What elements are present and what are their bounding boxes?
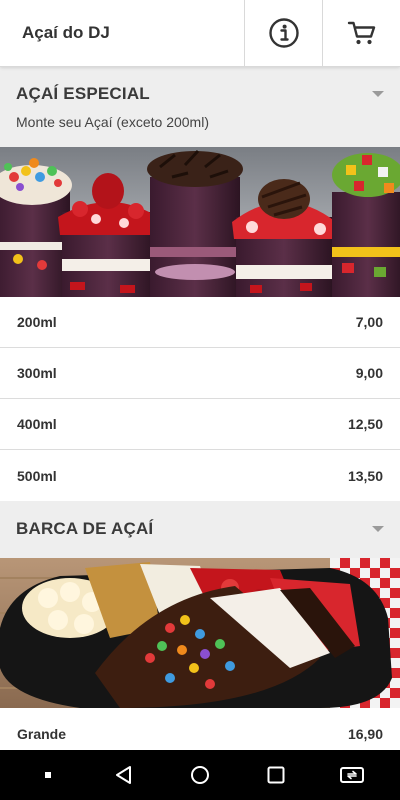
cart-icon [347, 21, 375, 45]
item-name: 200ml [17, 314, 57, 330]
section-title: BARCA DE AÇAÍ [16, 519, 154, 538]
menu-item-500ml[interactable]: 500ml 13,50 [0, 450, 400, 501]
item-price: 13,50 [347, 467, 383, 484]
acai-cups-image [0, 147, 400, 297]
menu-content[interactable]: AÇAÍ ESPECIAL Monte seu Açaí (exceto 200… [0, 67, 400, 750]
rotate-icon [340, 767, 364, 783]
section-title: AÇAÍ ESPECIAL [16, 84, 150, 103]
section-subtitle: Monte seu Açaí (exceto 200ml) [16, 114, 209, 130]
menu-item-200ml[interactable]: 200ml 7,00 [0, 297, 400, 348]
info-button[interactable] [244, 0, 322, 66]
dot-icon [45, 772, 51, 778]
item-price: 7,00 [355, 314, 383, 330]
home-icon [191, 766, 209, 784]
back-button[interactable] [104, 755, 144, 795]
section-header-acai-especial[interactable]: AÇAÍ ESPECIAL Monte seu Açaí (exceto 200… [0, 67, 400, 147]
item-price: 16,90 [347, 725, 383, 742]
menu-item-400ml[interactable]: 400ml 12,50 [0, 399, 400, 450]
app-title: Açaí do DJ [22, 23, 110, 42]
recents-icon [267, 766, 285, 784]
back-icon [116, 766, 131, 784]
menu-item-grande[interactable]: Grande 16,90 [0, 708, 400, 750]
acai-boat-image [0, 558, 400, 708]
dot-button[interactable] [28, 755, 68, 795]
system-nav-bar [0, 750, 400, 800]
chevron-down-icon[interactable] [372, 526, 384, 532]
item-name: 500ml [17, 467, 57, 484]
chevron-down-icon[interactable] [372, 91, 384, 97]
section-header-barca-de-acai[interactable]: BARCA DE AÇAÍ [0, 501, 400, 558]
app-header: Açaí do DJ [0, 0, 400, 67]
home-button[interactable] [180, 755, 220, 795]
rotate-button[interactable] [332, 755, 372, 795]
recents-button[interactable] [256, 755, 296, 795]
cart-button[interactable] [322, 0, 400, 66]
menu-item-300ml[interactable]: 300ml 9,00 [0, 348, 400, 399]
item-name: Grande [17, 725, 67, 742]
item-name: 400ml [17, 416, 57, 432]
item-price: 12,50 [347, 416, 383, 432]
item-price: 9,00 [355, 365, 383, 381]
item-name: 300ml [17, 365, 57, 381]
info-icon [268, 18, 299, 48]
